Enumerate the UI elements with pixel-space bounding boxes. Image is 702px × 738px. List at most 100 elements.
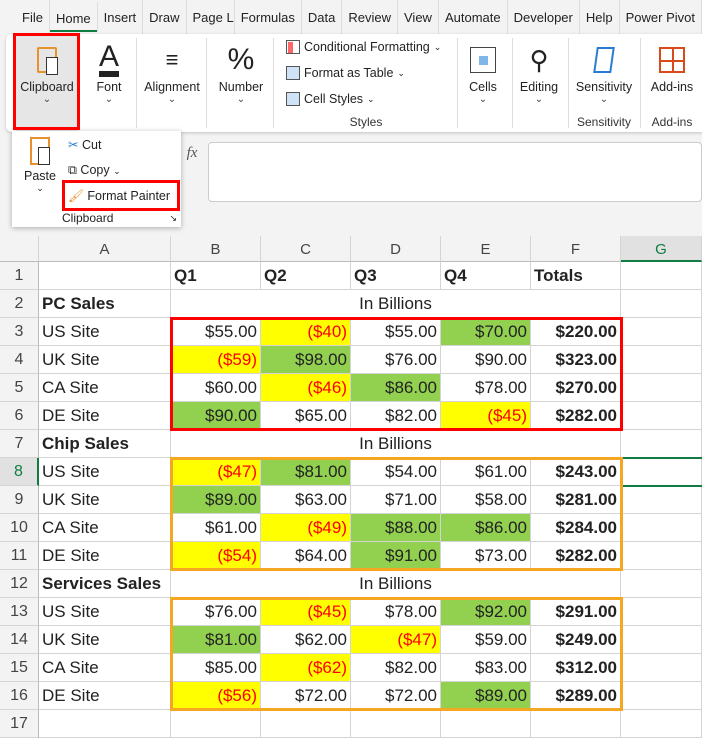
cell-d5[interactable]: $86.00 <box>351 374 441 402</box>
cell-f3[interactable]: $220.00 <box>531 318 621 346</box>
cell-g3[interactable] <box>621 318 702 346</box>
cell-d10[interactable]: $88.00 <box>351 514 441 542</box>
alignment-group-button[interactable]: ≡ Alignment ⌄ <box>140 34 204 132</box>
cell-f14[interactable]: $249.00 <box>531 626 621 654</box>
cell-c16[interactable]: $72.00 <box>261 682 351 710</box>
cell-d4[interactable]: $76.00 <box>351 346 441 374</box>
cell-a5[interactable]: CA Site <box>39 374 171 402</box>
cell-d1[interactable]: Q3 <box>351 262 441 290</box>
cell-a7[interactable]: Chip Sales <box>39 430 171 458</box>
cell-g14[interactable] <box>621 626 702 654</box>
cell-g1[interactable] <box>621 262 702 290</box>
in-billions-note[interactable]: In Billions <box>171 290 621 318</box>
cell-e3[interactable]: $70.00 <box>441 318 531 346</box>
cell-g13[interactable] <box>621 598 702 626</box>
row-header-3[interactable]: 3 <box>0 318 39 346</box>
cell-g11[interactable] <box>621 542 702 570</box>
cell-f9[interactable]: $281.00 <box>531 486 621 514</box>
row-header-6[interactable]: 6 <box>0 402 39 430</box>
cell-c8[interactable]: $81.00 <box>261 458 351 486</box>
cell-c15[interactable]: ($62) <box>261 654 351 682</box>
row-header-14[interactable]: 14 <box>0 626 39 654</box>
cell-c14[interactable]: $62.00 <box>261 626 351 654</box>
tab-draw[interactable]: Draw <box>143 0 187 34</box>
cell-a14[interactable]: UK Site <box>39 626 171 654</box>
cell-e1[interactable]: Q4 <box>441 262 531 290</box>
cell-d16[interactable]: $72.00 <box>351 682 441 710</box>
row-header-2[interactable]: 2 <box>0 290 39 318</box>
cell-e4[interactable]: $90.00 <box>441 346 531 374</box>
cell-a3[interactable]: US Site <box>39 318 171 346</box>
cells-group-button[interactable]: Cells ⌄ <box>459 34 507 132</box>
cell-e13[interactable]: $92.00 <box>441 598 531 626</box>
addins-button[interactable]: Add-ins Add-ins <box>642 34 702 132</box>
cell-g10[interactable] <box>621 514 702 542</box>
in-billions-note[interactable]: In Billions <box>171 430 621 458</box>
insert-function-button[interactable]: fx <box>181 142 203 164</box>
cell-a16[interactable]: DE Site <box>39 682 171 710</box>
row-header-1[interactable]: 1 <box>0 262 39 290</box>
cell-g12[interactable] <box>621 570 702 598</box>
cut-button[interactable]: ✂ Cut <box>68 137 101 152</box>
cell-c13[interactable]: ($45) <box>261 598 351 626</box>
cell-a8[interactable]: US Site <box>39 458 171 486</box>
tab-insert[interactable]: Insert <box>98 0 144 34</box>
cell-e5[interactable]: $78.00 <box>441 374 531 402</box>
cell-a10[interactable]: CA Site <box>39 514 171 542</box>
select-all-button[interactable] <box>0 236 39 262</box>
cell-a13[interactable]: US Site <box>39 598 171 626</box>
row-header-8[interactable]: 8 <box>0 458 39 486</box>
formula-input[interactable] <box>208 142 702 202</box>
cell-a2[interactable]: PC Sales <box>39 290 171 318</box>
copy-button[interactable]: ⧉ Copy ⌄ <box>68 163 121 178</box>
cell-a1[interactable] <box>39 262 171 290</box>
column-header-e[interactable]: E <box>441 236 531 262</box>
tab-home[interactable]: Home <box>50 2 98 32</box>
cell-e9[interactable]: $58.00 <box>441 486 531 514</box>
cell-d3[interactable]: $55.00 <box>351 318 441 346</box>
format-painter-button[interactable]: 🖌 Format Painter <box>68 189 170 204</box>
cell-b9[interactable]: $89.00 <box>171 486 261 514</box>
cell-b14[interactable]: $81.00 <box>171 626 261 654</box>
cell-e16[interactable]: $89.00 <box>441 682 531 710</box>
cell-f15[interactable]: $312.00 <box>531 654 621 682</box>
cell-e6[interactable]: ($45) <box>441 402 531 430</box>
column-header-a[interactable]: A <box>39 236 171 262</box>
cell-b8[interactable]: ($47) <box>171 458 261 486</box>
cell-f11[interactable]: $282.00 <box>531 542 621 570</box>
cell-g4[interactable] <box>621 346 702 374</box>
cell-e11[interactable]: $73.00 <box>441 542 531 570</box>
cell-g9[interactable] <box>621 486 702 514</box>
cell-b6[interactable]: $90.00 <box>171 402 261 430</box>
cell-b16[interactable]: ($56) <box>171 682 261 710</box>
tab-developer[interactable]: Developer <box>508 0 580 34</box>
clipboard-group-button[interactable]: Clipboard ⌄ <box>16 34 78 132</box>
cell-c3[interactable]: ($40) <box>261 318 351 346</box>
cell-f8[interactable]: $243.00 <box>531 458 621 486</box>
cell-c11[interactable]: $64.00 <box>261 542 351 570</box>
cell-a6[interactable]: DE Site <box>39 402 171 430</box>
cell-e14[interactable]: $59.00 <box>441 626 531 654</box>
row-header-15[interactable]: 15 <box>0 654 39 682</box>
cell-d11[interactable]: $91.00 <box>351 542 441 570</box>
tab-data[interactable]: Data <box>302 0 343 34</box>
cell-f6[interactable]: $282.00 <box>531 402 621 430</box>
cell-a12[interactable]: Services Sales <box>39 570 171 598</box>
cell-d14[interactable]: ($47) <box>351 626 441 654</box>
sensitivity-button[interactable]: Sensitivity ⌄ Sensitivity <box>570 34 638 132</box>
cell-c5[interactable]: ($46) <box>261 374 351 402</box>
in-billions-note[interactable]: In Billions <box>171 570 621 598</box>
cell-e17[interactable] <box>441 710 531 738</box>
tab-power-pivot[interactable]: Power Pivot <box>620 0 702 34</box>
tab-review[interactable]: Review <box>342 0 398 34</box>
row-header-10[interactable]: 10 <box>0 514 39 542</box>
row-header-7[interactable]: 7 <box>0 430 39 458</box>
cell-e8[interactable]: $61.00 <box>441 458 531 486</box>
font-group-button[interactable]: A Font ⌄ <box>84 34 134 132</box>
cell-g5[interactable] <box>621 374 702 402</box>
column-header-c[interactable]: C <box>261 236 351 262</box>
cell-g16[interactable] <box>621 682 702 710</box>
row-header-5[interactable]: 5 <box>0 374 39 402</box>
cell-f17[interactable] <box>531 710 621 738</box>
row-header-16[interactable]: 16 <box>0 682 39 710</box>
